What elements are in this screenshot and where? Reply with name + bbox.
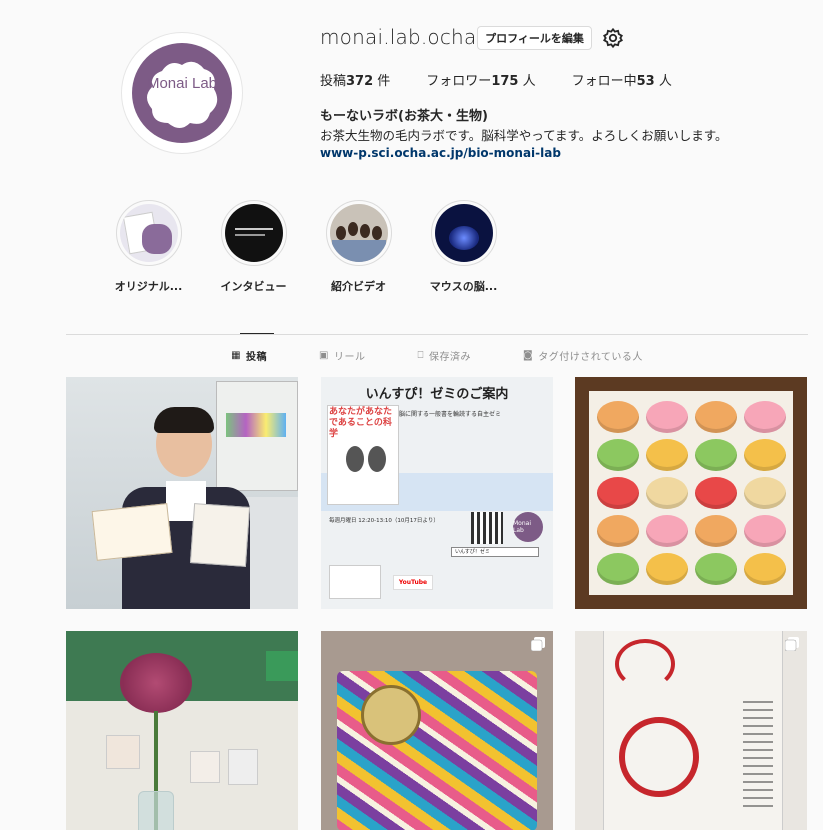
highlight-label: オリジナル... xyxy=(114,280,183,293)
flyer-subtitle: 脳に関する一般書を輪読する自主ゼミ xyxy=(399,411,502,418)
macaron xyxy=(744,553,786,585)
avatar-logo-text: Monai Lab xyxy=(146,75,218,92)
macaron xyxy=(695,401,737,433)
active-tab-indicator xyxy=(240,333,274,334)
highlight-original[interactable]: オリジナル... xyxy=(96,200,201,294)
tag-icon: ◙ xyxy=(523,350,534,361)
tab-label: タグ付けされている人 xyxy=(538,352,643,363)
profile-full-name: もーないラボ(お茶大・生物) xyxy=(320,109,488,124)
tab-reels[interactable]: ▣ リール xyxy=(319,348,365,363)
post-thumbnail[interactable]: いんすぴ！ゼミのご案内 あなたがあなたであることの科学 脳に関する一般書を輪読す… xyxy=(321,377,553,609)
macaron xyxy=(646,515,688,547)
profile-tabs: ▦ 投稿 ▣ リール ⎕ 保存済み ◙ タグ付けされている人 xyxy=(66,348,808,363)
highlight-mouse-brain[interactable]: マウスの脳... xyxy=(411,200,516,294)
profile-username: monai.lab.ocha xyxy=(320,25,477,49)
tab-label: 投稿 xyxy=(246,352,268,363)
edit-profile-button[interactable]: プロフィールを編集 xyxy=(477,26,592,50)
macaron xyxy=(597,553,639,585)
highlight-intro-video-thumbnail xyxy=(329,204,388,262)
flyer-title: いんすぴ！ゼミのご案内 xyxy=(365,387,509,402)
flyer-schedule: 毎週月曜日 12:20-13:10（10月17日より） xyxy=(329,518,439,524)
highlight-label: 紹介ビデオ xyxy=(331,280,386,293)
highlight-interview[interactable]: インタビュー xyxy=(201,200,306,294)
post-thumbnail[interactable] xyxy=(575,631,807,830)
macaron xyxy=(597,439,639,471)
highlight-interview-thumbnail xyxy=(224,204,283,262)
tab-tagged[interactable]: ◙ タグ付けされている人 xyxy=(523,348,643,363)
settings-gear-icon[interactable] xyxy=(602,27,624,49)
profile-stats: 投稿372 件 フォロワー175 人 フォロー中53 人 xyxy=(320,70,708,89)
macaron xyxy=(646,401,688,433)
bookmark-icon: ⎕ xyxy=(417,350,424,361)
highlight-intro-video[interactable]: 紹介ビデオ xyxy=(306,200,411,294)
avatar-logo: Monai Lab xyxy=(132,43,232,143)
following-count[interactable]: フォロー中53 人 xyxy=(572,70,672,89)
macaron xyxy=(597,515,639,547)
macaron xyxy=(597,477,639,509)
tab-label: 保存済み xyxy=(429,352,471,363)
macaron xyxy=(646,477,688,509)
followers-count[interactable]: フォロワー175 人 xyxy=(426,70,535,89)
qr-code-icon xyxy=(471,512,503,544)
tab-saved[interactable]: ⎕ 保存済み xyxy=(418,348,472,363)
tab-posts[interactable]: ▦ 投稿 xyxy=(231,348,267,363)
multiple-posts-icon xyxy=(531,637,545,651)
macaron xyxy=(646,439,688,471)
flyer-logo: Monai Lab xyxy=(513,512,543,542)
grid-icon: ▦ xyxy=(231,350,242,361)
story-highlights: オリジナル... インタビュー 紹介ビデオ マウスの脳... xyxy=(96,200,516,294)
post-thumbnail[interactable] xyxy=(575,377,807,609)
macaron xyxy=(695,439,737,471)
macaron xyxy=(695,553,737,585)
posts-count: 投稿372 件 xyxy=(320,74,391,89)
post-thumbnail[interactable] xyxy=(66,377,298,609)
macaron xyxy=(597,401,639,433)
macaron xyxy=(695,515,737,547)
tab-label: リール xyxy=(334,352,366,363)
highlight-mouse-brain-thumbnail xyxy=(434,204,493,262)
highlight-label: マウスの脳... xyxy=(429,280,498,293)
multiple-posts-icon xyxy=(785,637,799,651)
tab-divider xyxy=(66,334,808,335)
flyer-book-title: あなたがあなたであることの科学 xyxy=(329,407,393,439)
macaron xyxy=(695,477,737,509)
profile-website-link[interactable]: www-p.sci.ocha.ac.jp/bio-monai-lab xyxy=(320,146,561,160)
reels-icon: ▣ xyxy=(319,350,329,361)
youtube-logo: YouTube xyxy=(393,575,433,590)
highlight-original-thumbnail xyxy=(119,204,178,262)
highlight-label: インタビュー xyxy=(220,280,287,293)
post-thumbnail[interactable] xyxy=(66,631,298,830)
flyer-search-box: いんすぴ！ゼミ xyxy=(451,547,539,557)
post-thumbnail[interactable] xyxy=(321,631,553,830)
macaron xyxy=(646,553,688,585)
profile-bio: お茶大生物の毛内ラボです。脳科学やってます。よろしくお願いします。 xyxy=(320,128,728,143)
profile-avatar[interactable]: Monai Lab xyxy=(121,32,243,154)
macaron xyxy=(744,401,786,433)
macaron xyxy=(744,477,786,509)
macaron xyxy=(744,439,786,471)
macaron xyxy=(744,515,786,547)
